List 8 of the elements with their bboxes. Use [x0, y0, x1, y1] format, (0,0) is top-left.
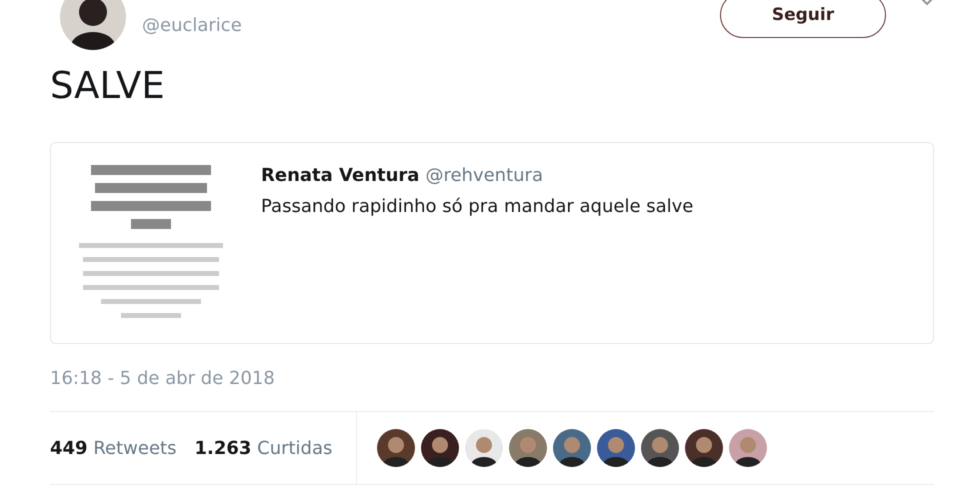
quoted-tweet-card[interactable]: Renata Ventura @rehventura Passando rapidinho só pra mandar aquele salve: [50, 142, 934, 344]
quoted-author-name[interactable]: Renata Ventura: [261, 165, 420, 186]
stat-count[interactable]: 449 Retweets: [50, 438, 176, 458]
stat-count[interactable]: 1.263 Curtidas: [194, 438, 332, 458]
follow-button[interactable]: Seguir: [720, 0, 886, 38]
quoted-tweet-text: Passando rapidinho só pra mandar aquele salve: [261, 196, 694, 217]
quoted-author-handle[interactable]: @rehventura: [425, 165, 543, 186]
tweet-text: SALVE: [50, 64, 166, 108]
